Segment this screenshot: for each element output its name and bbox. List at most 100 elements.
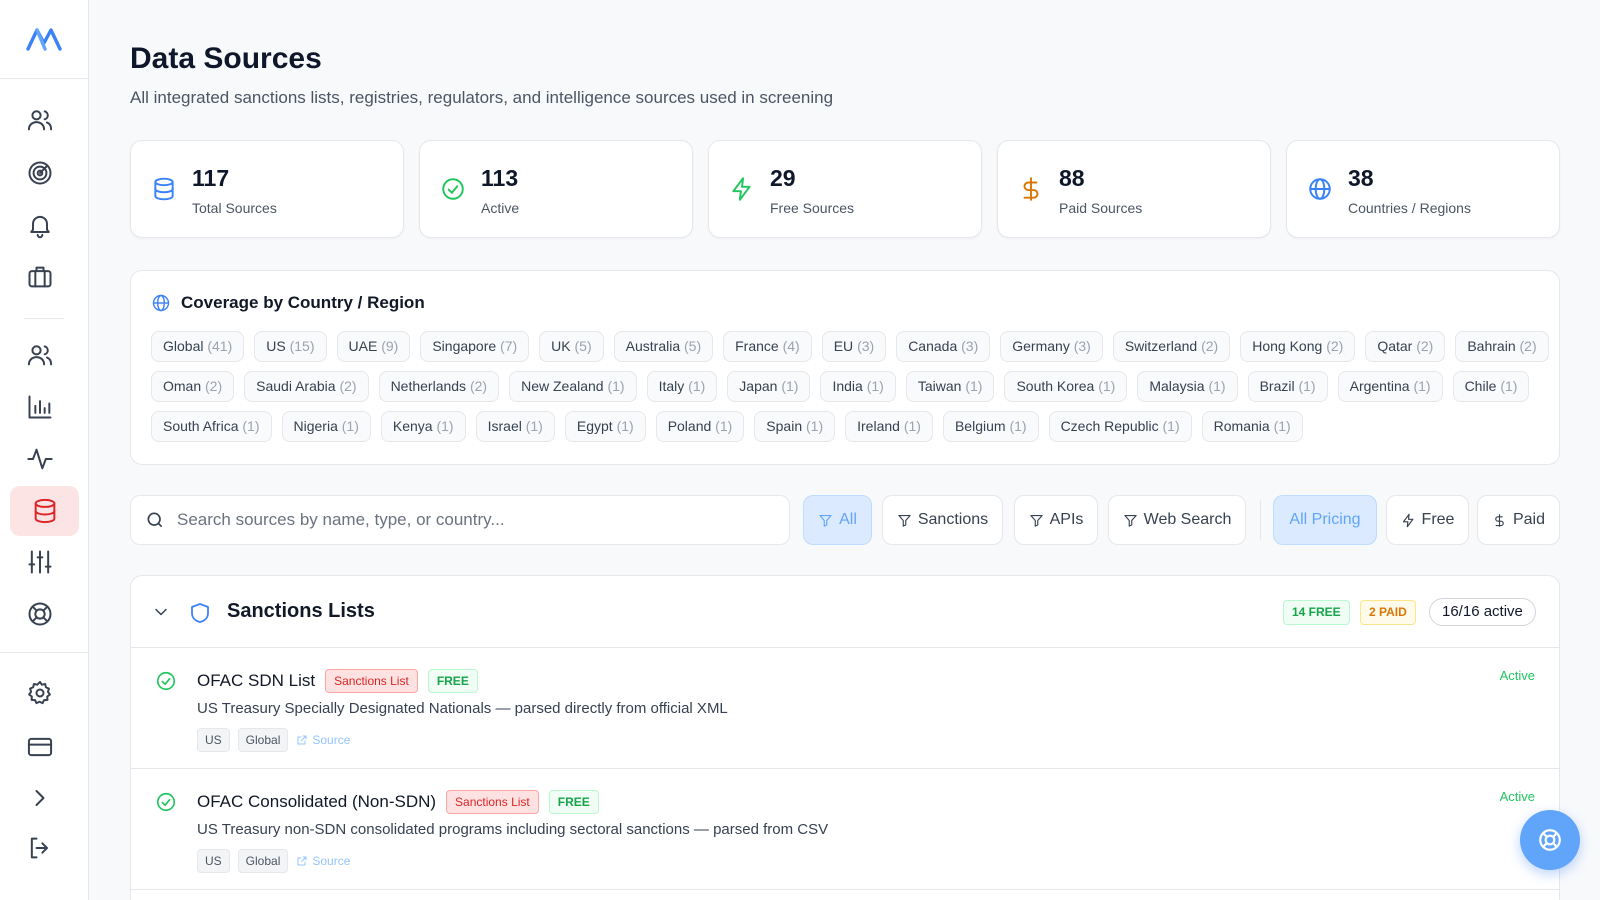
country-chip[interactable]: Israel (1) xyxy=(475,411,555,442)
country-chip-count: (2) xyxy=(1326,338,1344,354)
nav-team[interactable] xyxy=(20,335,60,375)
country-chip-name: Saudi Arabia xyxy=(256,378,336,394)
dollar-icon xyxy=(1018,176,1044,202)
search-input[interactable] xyxy=(177,510,757,530)
nav-screening[interactable] xyxy=(20,153,60,193)
country-tag: Global xyxy=(237,849,289,873)
country-chip[interactable]: EU (3) xyxy=(821,331,887,362)
filter-free[interactable]: Free xyxy=(1386,495,1469,545)
logo[interactable] xyxy=(0,0,88,79)
country-chip[interactable]: Oman (2) xyxy=(151,371,235,402)
country-chip[interactable]: Malaysia (1) xyxy=(1137,371,1238,402)
gear-icon xyxy=(28,680,51,705)
filter-label: APIs xyxy=(1049,511,1084,528)
filter-label: All xyxy=(839,511,857,528)
nav-data-sources[interactable] xyxy=(10,486,79,536)
country-chip[interactable]: Germany (3) xyxy=(1000,331,1103,362)
nav-activity[interactable] xyxy=(20,439,60,479)
filter-label: Free xyxy=(1421,511,1455,528)
list-item[interactable]: OFAC Consolidated (Non-SDN) Sanctions Li… xyxy=(131,769,1559,890)
country-chip[interactable]: Canada (3) xyxy=(896,331,991,362)
country-chip[interactable]: Global (41) xyxy=(151,331,245,362)
nav-expand[interactable] xyxy=(20,778,60,818)
country-chip[interactable]: Singapore (7) xyxy=(420,331,530,362)
country-chip[interactable]: Qatar (2) xyxy=(1365,331,1446,362)
country-chip[interactable]: UK (5) xyxy=(539,331,604,362)
nav-logout[interactable] xyxy=(20,828,60,868)
country-chip-name: Netherlands xyxy=(390,378,467,394)
country-chip-count: (1) xyxy=(1413,378,1431,394)
country-chip-name: Bahrain xyxy=(1467,338,1516,354)
nav-users[interactable] xyxy=(20,100,60,140)
pricing-tag: FREE xyxy=(427,669,478,693)
nav-settings[interactable] xyxy=(20,673,60,713)
country-chip[interactable]: Spain (1) xyxy=(754,411,836,442)
dollar-icon xyxy=(1495,513,1504,527)
country-chip-name: Japan xyxy=(739,378,778,394)
country-chip-name: Oman xyxy=(163,378,202,394)
nav-cases[interactable] xyxy=(20,257,60,297)
nav-reports[interactable] xyxy=(20,387,60,427)
country-chip[interactable]: UAE (9) xyxy=(336,331,411,362)
country-chip[interactable]: Japan (1) xyxy=(727,371,811,402)
stat-label: Paid Sources xyxy=(1059,200,1143,216)
country-chip[interactable]: Belgium (1) xyxy=(942,411,1039,442)
nav-alerts[interactable] xyxy=(20,205,60,245)
filter-all-pricing[interactable]: All Pricing xyxy=(1273,495,1377,545)
country-chip[interactable]: New Zealand (1) xyxy=(509,371,637,402)
filter-icon xyxy=(898,514,911,527)
database-icon xyxy=(34,498,55,524)
nav-billing[interactable] xyxy=(20,727,60,767)
filter-web-search[interactable]: Web Search xyxy=(1108,495,1246,545)
country-chip[interactable]: Poland (1) xyxy=(655,411,745,442)
source-link[interactable]: Source xyxy=(296,854,350,868)
country-chip[interactable]: Saudi Arabia (2) xyxy=(244,371,369,402)
sidebar-divider xyxy=(0,652,88,653)
section-header[interactable]: Sanctions Lists 14 FREE 2 PAID 16/16 act… xyxy=(131,576,1559,648)
country-chip[interactable]: India (1) xyxy=(820,371,896,402)
country-chip[interactable]: Taiwan (1) xyxy=(905,371,995,402)
country-chip[interactable]: Nigeria (1) xyxy=(281,411,371,442)
zap-icon xyxy=(1402,513,1413,527)
filter-all[interactable]: All xyxy=(803,495,872,545)
filter-paid[interactable]: Paid xyxy=(1477,495,1560,545)
country-chip[interactable]: South Korea (1) xyxy=(1004,371,1128,402)
nav-settings-sliders[interactable] xyxy=(20,542,60,582)
source-link[interactable]: Source xyxy=(296,733,350,747)
stat-label: Free Sources xyxy=(770,200,855,216)
country-chip-name: Nigeria xyxy=(293,418,338,434)
country-chip-name: Chile xyxy=(1464,378,1497,394)
country-chip[interactable]: Australia (5) xyxy=(613,331,714,362)
search-bar[interactable] xyxy=(130,495,790,545)
list-item[interactable]: OFAC SDN List Sanctions List FREE US Tre… xyxy=(131,648,1559,769)
country-chip[interactable]: Bahrain (2) xyxy=(1455,331,1549,362)
filter-sanctions[interactable]: Sanctions xyxy=(882,495,1003,545)
country-chip[interactable]: France (4) xyxy=(723,331,812,362)
country-chip[interactable]: Ireland (1) xyxy=(845,411,933,442)
nav-support[interactable] xyxy=(20,594,60,634)
stat-value: 38 xyxy=(1348,165,1374,191)
country-tag: US xyxy=(197,849,230,873)
chevron-down-icon[interactable] xyxy=(151,602,171,622)
country-chip-count: (1) xyxy=(781,378,799,394)
status-badge: Active xyxy=(1499,668,1535,683)
country-chip-name: Argentina xyxy=(1349,378,1410,394)
country-chip[interactable]: Romania (1) xyxy=(1201,411,1303,442)
filter-apis[interactable]: APIs xyxy=(1014,495,1098,545)
country-chip[interactable]: Czech Republic (1) xyxy=(1048,411,1192,442)
country-chip[interactable]: Brazil (1) xyxy=(1247,371,1328,402)
status-badge: Active xyxy=(1499,789,1535,804)
country-chip[interactable]: Netherlands (2) xyxy=(378,371,500,402)
country-chip[interactable]: Argentina (1) xyxy=(1337,371,1443,402)
country-chip[interactable]: Italy (1) xyxy=(646,371,718,402)
country-chip[interactable]: South Africa (1) xyxy=(151,411,272,442)
country-chip[interactable]: US (15) xyxy=(254,331,327,362)
country-chip[interactable]: Switzerland (2) xyxy=(1112,331,1231,362)
help-button[interactable] xyxy=(1520,810,1580,870)
country-chip[interactable]: Hong Kong (2) xyxy=(1240,331,1356,362)
country-chip-name: Kenya xyxy=(392,418,433,434)
country-chip[interactable]: Kenya (1) xyxy=(380,411,466,442)
country-chip[interactable]: Egypt (1) xyxy=(564,411,646,442)
country-chip[interactable]: Chile (1) xyxy=(1452,371,1530,402)
country-chip-name: US xyxy=(266,338,286,354)
